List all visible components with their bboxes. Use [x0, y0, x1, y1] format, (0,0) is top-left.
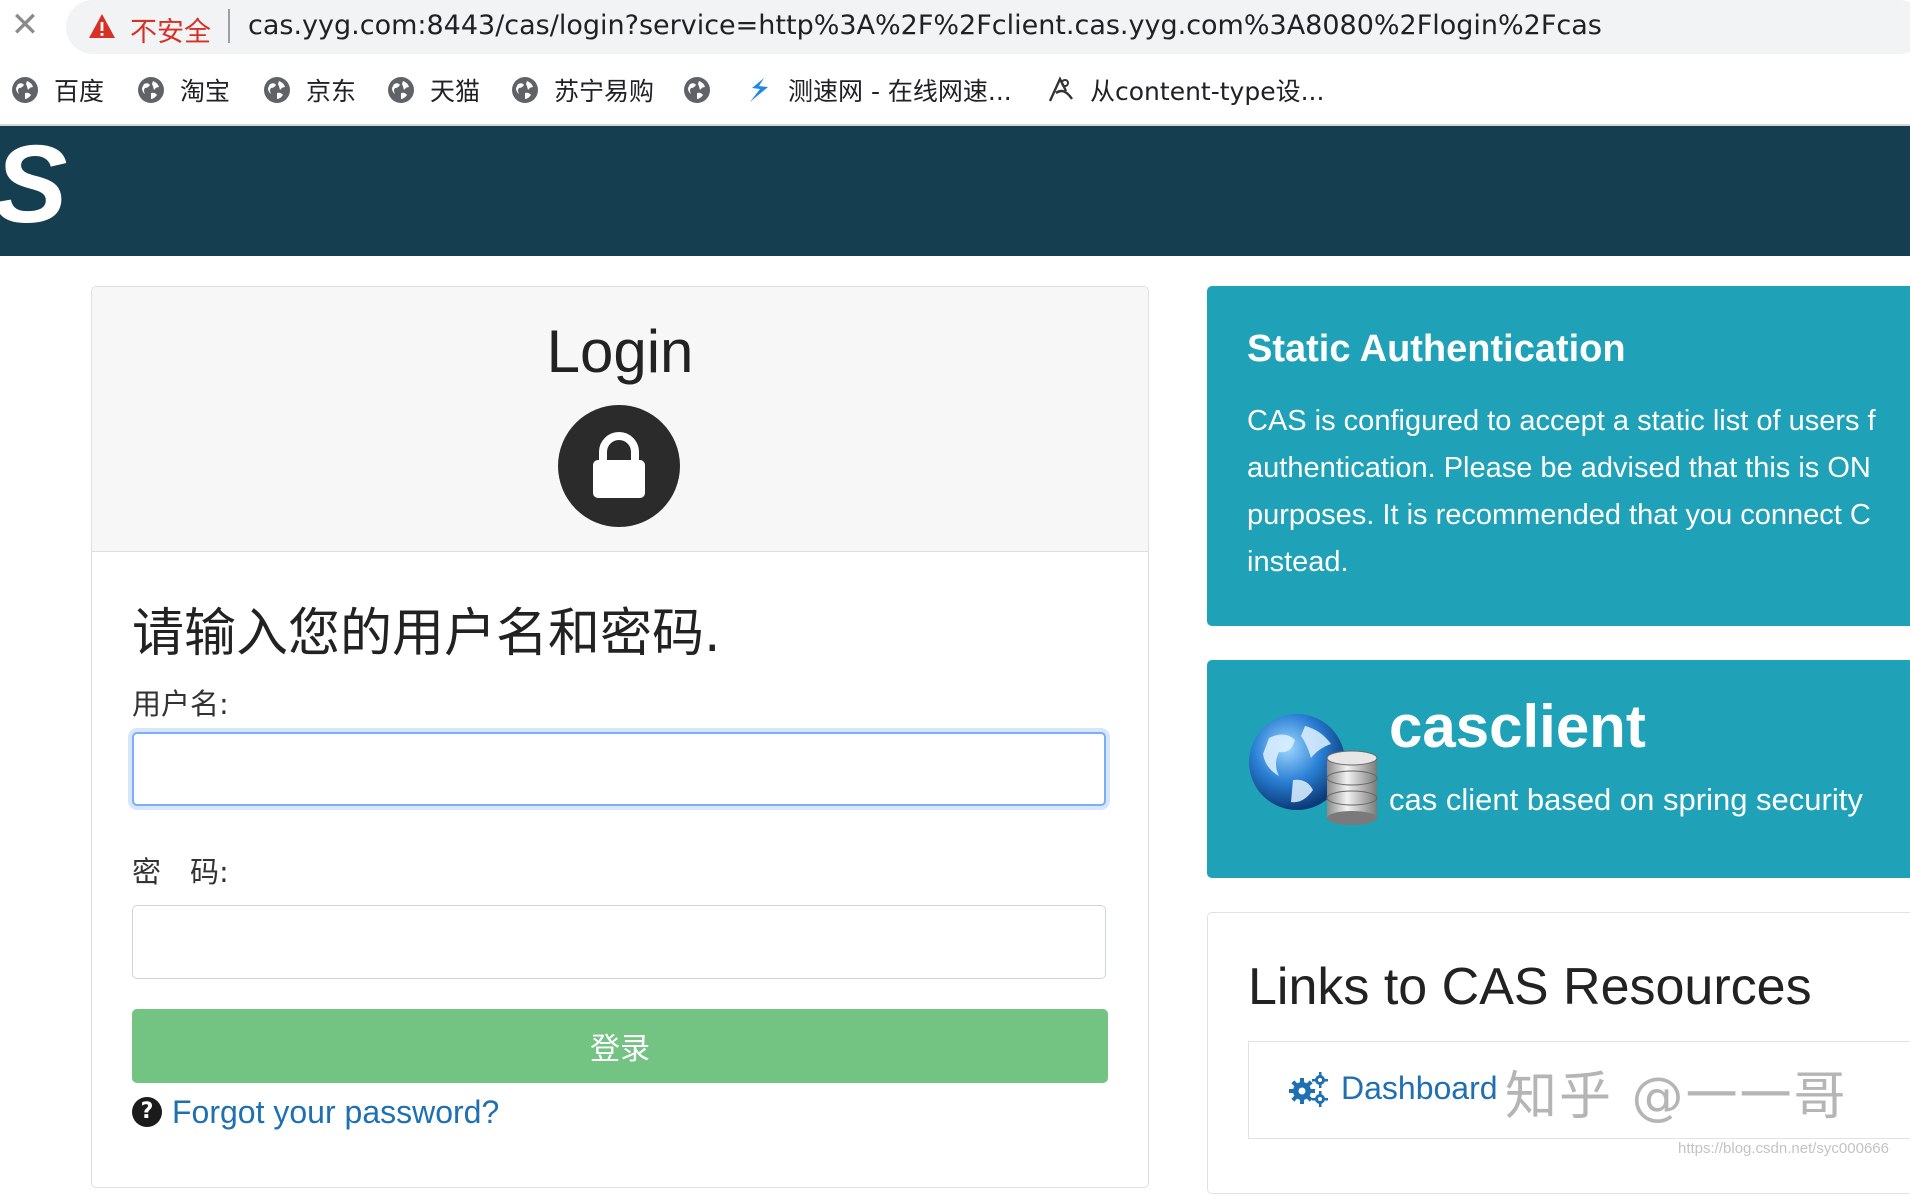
bookmark-site-icon [1048, 76, 1073, 102]
cas-logo[interactable]: S [0, 130, 67, 240]
csdn-watermark: https://blog.csdn.net/syc000666 [1678, 1140, 1889, 1157]
speedtest-icon [750, 78, 768, 102]
bookmark-item[interactable]: 淘宝 [136, 68, 230, 112]
close-icon[interactable]: ✕ [8, 8, 42, 42]
bookmark-item[interactable]: 百度 [10, 68, 104, 112]
static-auth-line: purposes. It is recommended that you con… [1247, 499, 1871, 531]
bookmark-item[interactable]: 天猫 [386, 68, 480, 112]
password-label: 密 码: [132, 855, 229, 889]
insecure-label[interactable]: 不安全 [130, 10, 211, 49]
dashboard-label: Dashboard [1341, 1070, 1498, 1106]
static-auth-line: instead. [1247, 546, 1349, 578]
bookmark-label: 从content-type设... [1090, 77, 1325, 106]
client-name: casclient [1389, 693, 1646, 760]
bookmark-label: 天猫 [430, 77, 481, 106]
zhihu-watermark: 知乎 @一一哥 [1505, 1067, 1848, 1127]
bookmarks-bar: 百度 淘宝 京东 天猫 苏宁易购 测速网 - 在线网速... 从content-… [0, 68, 1910, 112]
bookmark-label: 百度 [54, 77, 105, 106]
static-auth-line: CAS is configured to accept a static lis… [1247, 405, 1876, 437]
lock-icon [558, 405, 680, 527]
globe-database-icon [1249, 714, 1378, 825]
bookmark-label: 苏宁易购 [554, 77, 655, 106]
bookmark-item[interactable]: 从content-type设... [1046, 68, 1324, 112]
forgot-password-label: Forgot your password? [172, 1093, 500, 1130]
login-card-header: Login [92, 287, 1148, 552]
login-prompt: 请输入您的用户名和密码. [132, 604, 721, 664]
login-title: Login [546, 318, 694, 385]
globe-icon [512, 77, 538, 103]
bookmark-item[interactable] [682, 68, 712, 112]
static-auth-panel: Static Authentication CAS is configured … [1207, 286, 1910, 626]
globe-icon [388, 77, 414, 103]
globe-icon [264, 77, 290, 103]
globe-icon [138, 77, 164, 103]
links-title: Links to CAS Resources [1248, 958, 1812, 1016]
dashboard-link[interactable]: Dashboard [1287, 1070, 1498, 1107]
static-auth-title: Static Authentication [1247, 328, 1626, 370]
bookmark-item[interactable]: 苏宁易购 [510, 68, 654, 112]
omnibox[interactable]: 不安全 cas.yyg.com:8443/cas/login?service=h… [66, 0, 1910, 54]
globe-icon [12, 77, 38, 103]
login-button[interactable]: 登录 [132, 1009, 1108, 1083]
question-circle-icon: ? [132, 1097, 162, 1127]
static-auth-body: CAS is configured to accept a static lis… [1247, 398, 1910, 586]
static-auth-line: authentication. Please be advised that t… [1247, 452, 1871, 484]
username-input[interactable] [132, 732, 1106, 806]
bookmark-label: 淘宝 [180, 77, 231, 106]
bookmark-item[interactable]: 测速网 - 在线网速... [744, 68, 1012, 112]
client-panel: casclient cas client based on spring sec… [1207, 660, 1910, 878]
login-card: Login 请输入您的用户名和密码. 用户名: 密 码: 登录 ? Forgot… [91, 286, 1149, 1188]
client-description: cas client based on spring security [1389, 782, 1863, 817]
password-input[interactable] [132, 905, 1106, 979]
gears-icon [1289, 1071, 1328, 1107]
site-header [0, 126, 1910, 256]
globe-icon [684, 77, 710, 103]
username-label: 用户名: [132, 687, 229, 721]
bookmark-label: 测速网 - 在线网速... [788, 77, 1012, 106]
url-separator [228, 9, 230, 43]
warning-icon [89, 14, 115, 38]
url-text[interactable]: cas.yyg.com:8443/cas/login?service=http%… [248, 10, 1602, 41]
bookmark-item[interactable]: 京东 [262, 68, 356, 112]
browser-address-bar: ✕ 不安全 cas.yyg.com:8443/cas/login?service… [0, 0, 1910, 54]
forgot-password-link[interactable]: ? Forgot your password? [132, 1090, 499, 1134]
bookmark-label: 京东 [306, 77, 357, 106]
